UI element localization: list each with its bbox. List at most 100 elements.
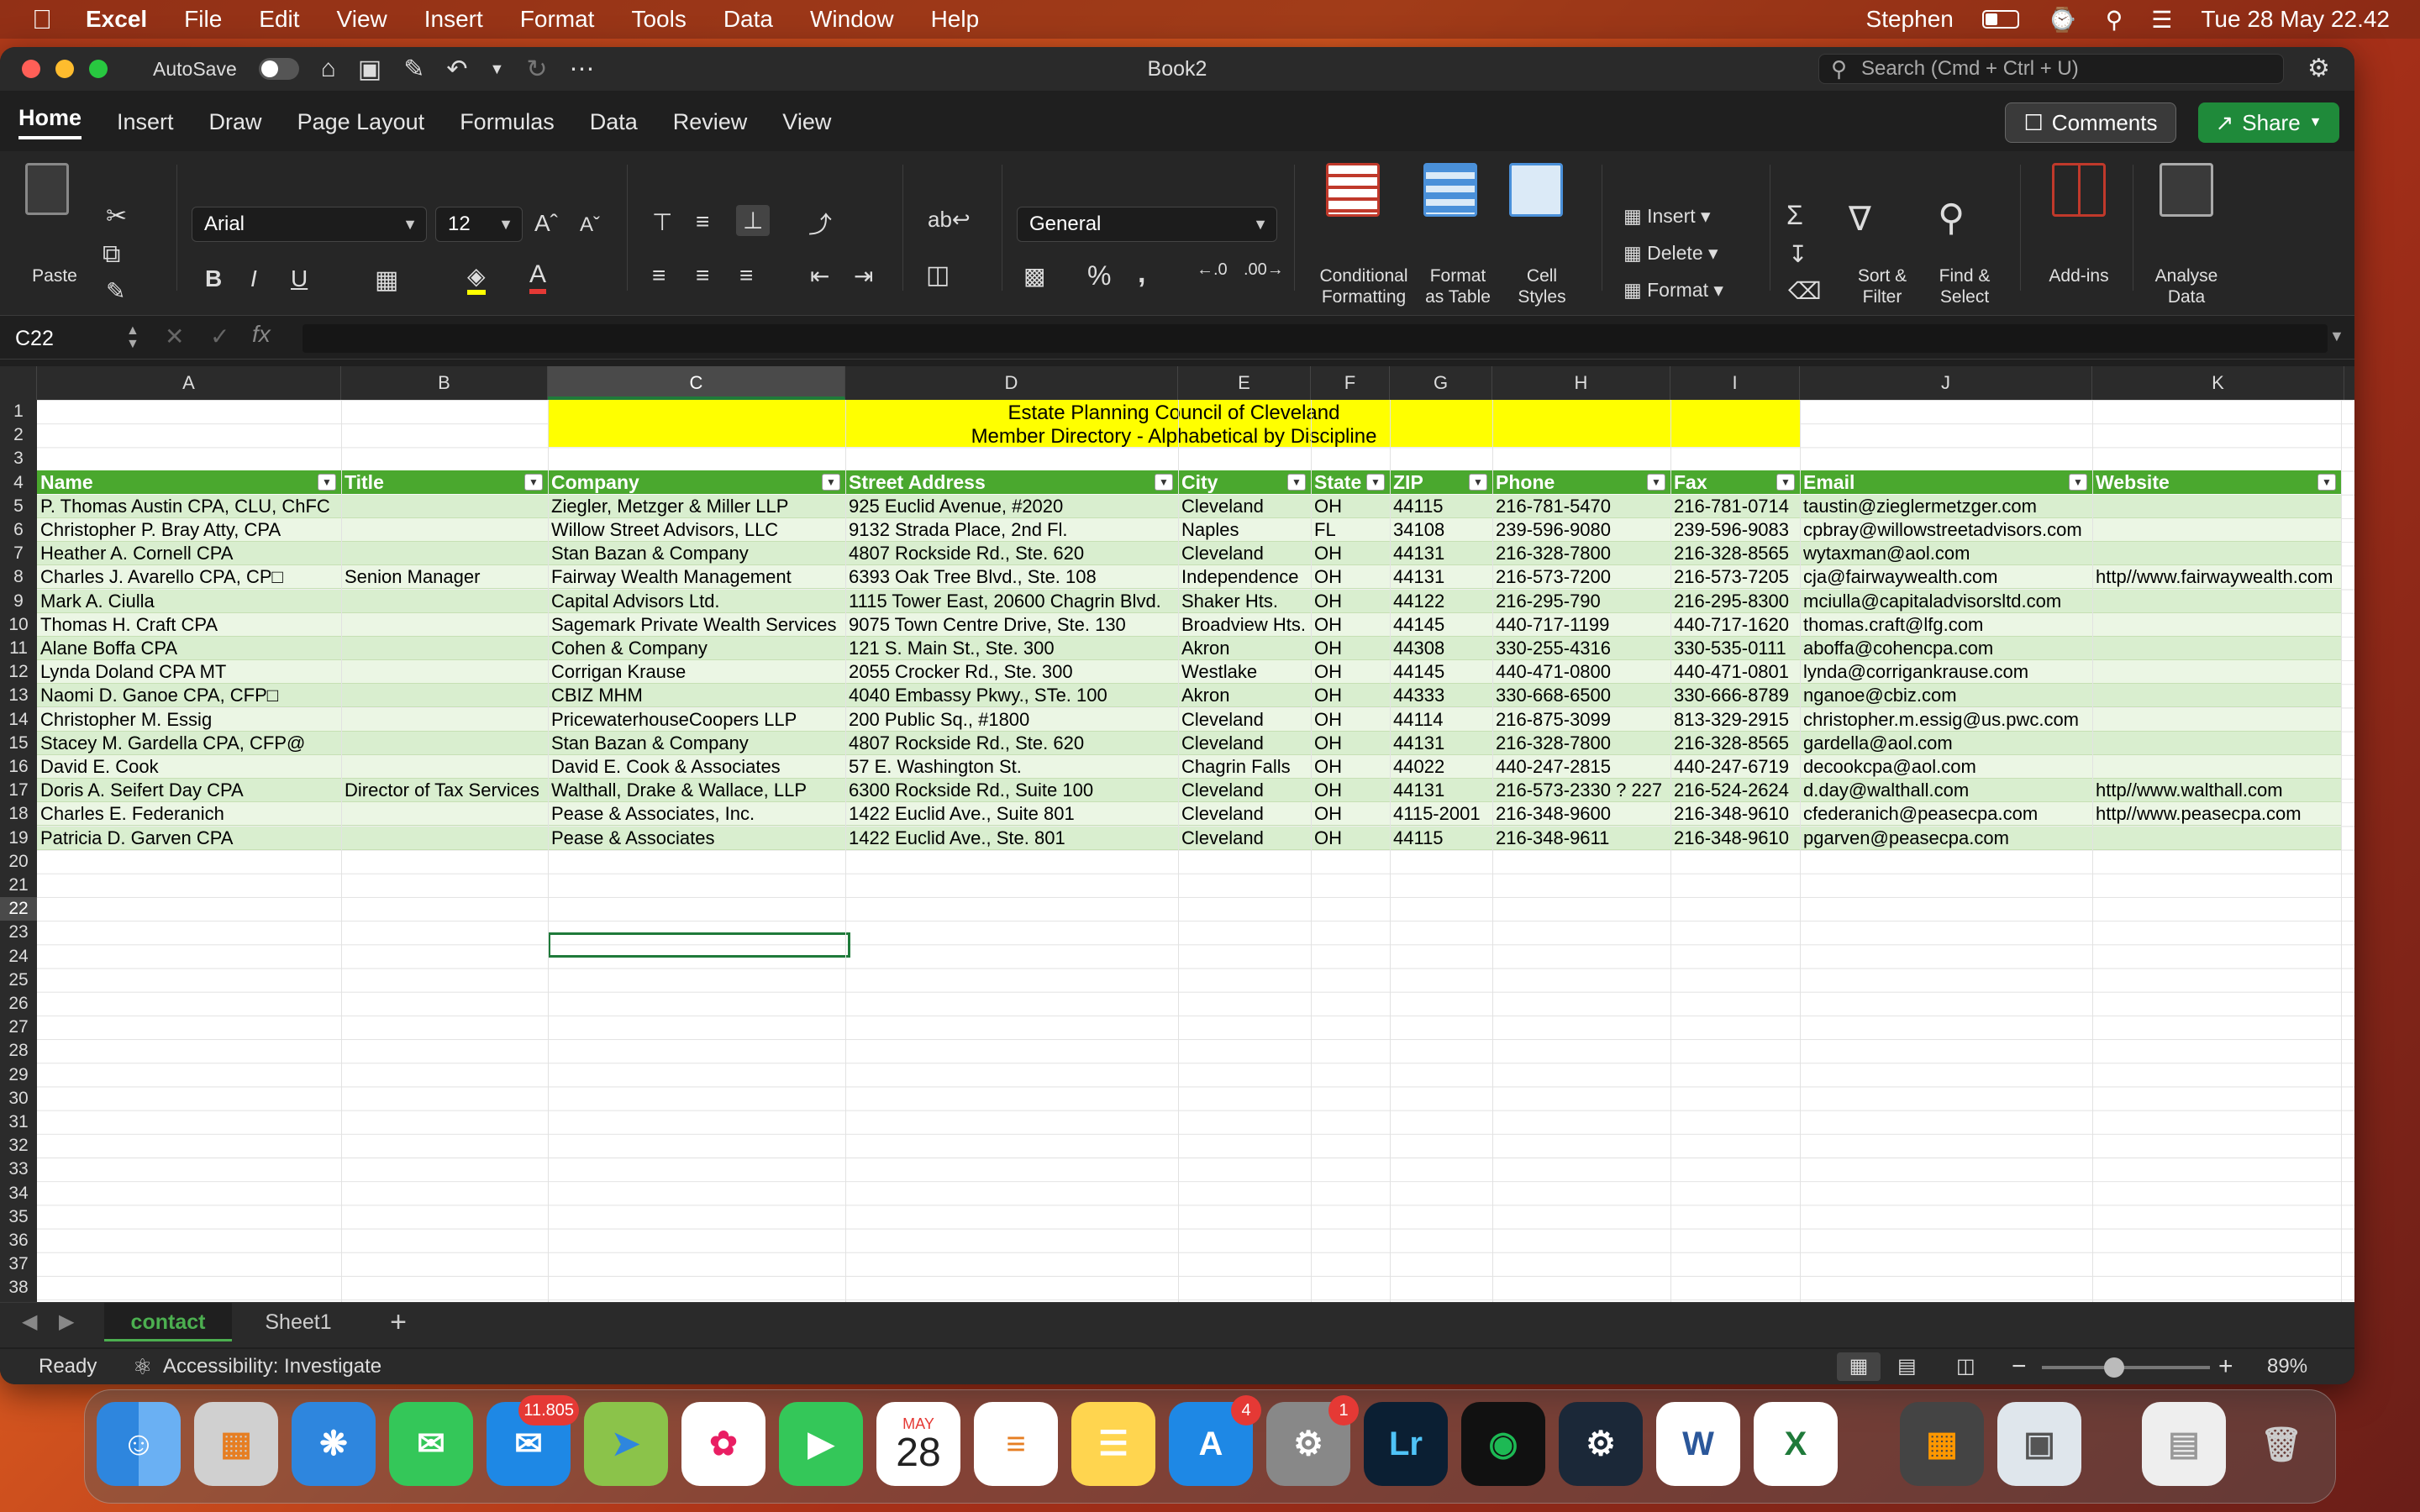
row-header[interactable]: 29 <box>0 1063 37 1087</box>
table-cell[interactable]: Willow Street Advisors, LLC <box>548 518 845 542</box>
clock[interactable]: Tue 28 May 22.42 <box>2201 6 2390 33</box>
table-cell[interactable]: Pease & Associates, Inc. <box>548 802 845 826</box>
insert-cells-button[interactable]: ▦ Insert ▾ <box>1623 205 1711 228</box>
table-cell[interactable]: Shaker Hts. <box>1178 590 1311 613</box>
table-cell[interactable]: 44145 <box>1390 613 1492 637</box>
table-cell[interactable]: 216-295-790 <box>1492 590 1670 613</box>
row-header[interactable]: 20 <box>0 850 37 874</box>
table-cell[interactable]: Heather A. Cornell CPA <box>37 542 341 565</box>
row-header[interactable]: 31 <box>0 1110 37 1134</box>
tab-view[interactable]: View <box>782 109 831 135</box>
table-cell[interactable]: 1422 Euclid Ave., Ste. 801 <box>845 827 1178 850</box>
table-cell[interactable]: nganoe@cbiz.com <box>1800 684 2092 707</box>
align-middle-icon[interactable]: ≡ <box>696 208 709 235</box>
table-cell[interactable]: Capital Advisors Ltd. <box>548 590 845 613</box>
align-bottom-icon[interactable]: ⊥ <box>736 205 771 236</box>
accessibility-status[interactable]: Accessibility: Investigate <box>163 1349 381 1384</box>
minimize-window-button[interactable] <box>55 60 74 78</box>
save-as-icon[interactable]: ✎ <box>403 55 424 84</box>
table-cell[interactable]: 216-781-5470 <box>1492 495 1670 518</box>
increase-indent-icon[interactable]: ⇥ <box>854 262 873 290</box>
row-header[interactable]: 25 <box>0 969 37 992</box>
merge-center-icon[interactable]: ◫ <box>926 260 950 290</box>
menu-app-name[interactable]: Excel <box>86 6 147 33</box>
row-header[interactable]: 26 <box>0 992 37 1016</box>
table-cell[interactable]: 9075 Town Centre Drive, Ste. 130 <box>845 613 1178 637</box>
table-cell[interactable]: 216-328-8565 <box>1670 732 1800 755</box>
column-header-a[interactable]: A <box>37 366 341 400</box>
steam-icon[interactable]: ⚙ <box>1559 1402 1643 1486</box>
table-cell[interactable]: 121 S. Main St., Ste. 300 <box>845 637 1178 660</box>
menu-file[interactable]: File <box>184 6 222 33</box>
table-cell[interactable]: Lynda Doland CPA MT <box>37 660 341 684</box>
table-cell[interactable]: 44022 <box>1390 755 1492 779</box>
filter-dropdown-icon[interactable]: ▼ <box>524 474 543 491</box>
column-header-cell[interactable]: Street Address <box>845 470 1153 494</box>
wifi-icon[interactable]: ⌚ <box>2048 6 2077 34</box>
column-header-cell[interactable]: City <box>1178 470 1286 494</box>
table-cell[interactable]: taustin@zieglermetzger.com <box>1800 495 2092 518</box>
filter-dropdown-icon[interactable]: ▼ <box>318 474 336 491</box>
system-settings-icon[interactable]: ⚙ 1 <box>1266 1395 1359 1486</box>
table-cell[interactable]: 200 Public Sq., #1800 <box>845 708 1178 732</box>
table-cell[interactable]: 44115 <box>1390 495 1492 518</box>
find-select-label[interactable]: Find & Select <box>1924 265 2005 307</box>
table-cell[interactable] <box>2092 590 2341 613</box>
row-header[interactable]: 11 <box>0 637 37 660</box>
fill-icon[interactable]: ↧ <box>1788 240 1807 268</box>
table-cell[interactable]: 239-596-9083 <box>1670 518 1800 542</box>
notes-icon[interactable]: ☰ <box>1071 1402 1155 1486</box>
pdf-document-icon[interactable]: ▤ <box>2142 1402 2226 1486</box>
battery-icon[interactable] <box>1981 10 2019 29</box>
excel-icon[interactable]: X <box>1754 1402 1838 1486</box>
column-header-h[interactable]: H <box>1492 366 1670 400</box>
accounting-format-icon[interactable]: ▩ <box>1023 262 1045 290</box>
table-cell[interactable]: Cleveland <box>1178 542 1311 565</box>
row-header[interactable]: 21 <box>0 874 37 897</box>
row-header[interactable]: 8 <box>0 565 37 589</box>
table-cell[interactable]: OH <box>1311 827 1390 850</box>
table-cell[interactable] <box>341 495 548 518</box>
row-header[interactable]: 27 <box>0 1016 37 1039</box>
filter-dropdown-icon[interactable]: ▼ <box>822 474 840 491</box>
table-cell[interactable]: Independence <box>1178 565 1311 589</box>
filter-dropdown-icon[interactable]: ▼ <box>2069 474 2087 491</box>
row-header[interactable]: 19 <box>0 827 37 850</box>
table-cell[interactable]: Stacey M. Gardella CPA, CFP@ <box>37 732 341 755</box>
table-cell[interactable]: christopher.m.essig@us.pwc.com <box>1800 708 2092 732</box>
italic-icon[interactable]: I <box>250 265 257 292</box>
table-cell[interactable]: 216-328-7800 <box>1492 542 1670 565</box>
sheet-tab-sheet1[interactable]: Sheet1 <box>244 1303 353 1341</box>
lightroom-icon[interactable]: Lr <box>1364 1402 1448 1486</box>
analyse-data-label[interactable]: Analyse Data <box>2148 265 2225 307</box>
row-header[interactable]: 14 <box>0 708 37 732</box>
table-cell[interactable]: 216-328-7800 <box>1492 732 1670 755</box>
table-cell[interactable]: Charles J. Avarello CPA, CP□ <box>37 565 341 589</box>
table-cell[interactable]: Cleveland <box>1178 827 1311 850</box>
save-icon[interactable]: ▣ <box>358 55 381 84</box>
table-cell[interactable]: P. Thomas Austin CPA, CLU, ChFC <box>37 495 341 518</box>
decrease-decimal-icon[interactable]: .00→ <box>1244 260 1284 280</box>
autosum-icon[interactable]: Σ <box>1786 200 1803 231</box>
tab-page-layout[interactable]: Page Layout <box>297 109 425 135</box>
select-all-corner[interactable] <box>0 366 37 400</box>
table-cell[interactable]: 925 Euclid Avenue, #2020 <box>845 495 1178 518</box>
row-header[interactable]: 2 <box>0 423 37 447</box>
table-cell[interactable]: 44131 <box>1390 542 1492 565</box>
table-cell[interactable]: Akron <box>1178 684 1311 707</box>
find-select-icon[interactable]: ⚲ <box>1938 197 1965 239</box>
table-cell[interactable]: 330-535-0111 <box>1670 637 1800 660</box>
clear-icon[interactable]: ⌫ <box>1788 277 1822 305</box>
user-name[interactable]: Stephen <box>1866 6 1954 33</box>
row-header[interactable]: 16 <box>0 755 37 779</box>
table-cell[interactable] <box>341 542 548 565</box>
table-cell[interactable]: 44333 <box>1390 684 1492 707</box>
table-cell[interactable] <box>2092 732 2341 755</box>
zoom-in-icon[interactable]: + <box>2218 1349 2233 1384</box>
increase-font-icon[interactable]: Aˆ <box>534 210 558 237</box>
table-cell[interactable]: OH <box>1311 565 1390 589</box>
table-cell[interactable] <box>341 684 548 707</box>
table-cell[interactable]: Charles E. Federanich <box>37 802 341 826</box>
column-header-cell[interactable]: Name <box>37 470 316 494</box>
table-cell[interactable]: 44308 <box>1390 637 1492 660</box>
